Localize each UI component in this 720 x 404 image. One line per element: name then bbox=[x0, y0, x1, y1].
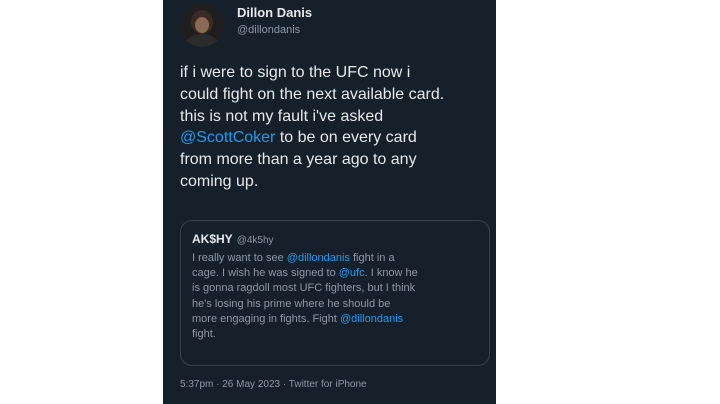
tweet-time[interactable]: 5:37pm bbox=[180, 379, 213, 390]
quoted-author-handle: @4k5hy bbox=[236, 235, 274, 246]
quoted-text-line: he's losing his prime where he should be bbox=[192, 297, 484, 312]
mention-link[interactable]: @ScottCoker bbox=[180, 129, 275, 146]
quoted-tweet-text: I really want to see @dillondanis fight … bbox=[192, 251, 484, 342]
text-segment: this is not my fault i've asked bbox=[180, 107, 384, 125]
text-segment: cage. I wish he was signed to bbox=[192, 267, 339, 280]
tweet-text-line: could fight on the next available card. bbox=[180, 84, 492, 106]
tweet-text-line: if i were to sign to the UFC now i bbox=[180, 62, 492, 84]
meta-separator: · bbox=[213, 379, 223, 390]
text-segment: from more than a year ago to any bbox=[180, 151, 417, 169]
quoted-text-line: is gonna ragdoll most UFC fighters, but … bbox=[192, 281, 484, 296]
text-segment: if i were to sign to the UFC now i bbox=[180, 64, 411, 81]
tweet-text-line: coming up. bbox=[180, 171, 492, 193]
meta-separator: · bbox=[280, 379, 289, 390]
text-segment: coming up. bbox=[180, 172, 259, 190]
text-segment: is gonna ragdoll most UFC fighters, but … bbox=[192, 282, 416, 295]
quoted-tweet-header: AK$HY @4k5hy bbox=[192, 232, 274, 246]
text-segment: he's losing his prime where he should be bbox=[192, 297, 391, 310]
mention-link[interactable]: @ufc bbox=[339, 267, 365, 279]
mention-link[interactable]: @dillondanis bbox=[340, 313, 403, 325]
avatar[interactable] bbox=[180, 3, 224, 47]
text-segment: fight. bbox=[192, 328, 216, 341]
text-segment: could fight on the next available card. bbox=[180, 85, 445, 103]
text-segment: to be on every card bbox=[275, 129, 417, 147]
tweet-text-line: @ScottCoker to be on every card bbox=[180, 127, 492, 149]
quoted-text-line: cage. I wish he was signed to @ufc. I kn… bbox=[192, 266, 484, 281]
author-display-name[interactable]: Dillon Danis bbox=[237, 5, 312, 20]
quoted-text-line: more engaging in fights. Fight @dillonda… bbox=[192, 312, 484, 327]
text-segment: more engaging in fights. Fight bbox=[192, 312, 340, 325]
quoted-text-line: fight. bbox=[192, 327, 484, 342]
tweet-text-line: from more than a year ago to any bbox=[180, 149, 492, 171]
tweet-text-line: this is not my fault i've asked bbox=[180, 106, 492, 128]
mention-link[interactable]: @dillondanis bbox=[287, 252, 350, 264]
text-segment: . I know he bbox=[364, 267, 418, 280]
avatar-image bbox=[180, 3, 224, 47]
author-handle[interactable]: @dillondanis bbox=[237, 24, 300, 36]
tweet-date[interactable]: 26 May 2023 bbox=[222, 379, 280, 390]
quoted-text-line: I really want to see @dillondanis fight … bbox=[192, 251, 484, 266]
tweet-client[interactable]: Twitter for iPhone bbox=[289, 379, 367, 390]
quoted-author-name: AK$HY bbox=[192, 232, 233, 246]
tweet-card: Dillon Danis @dillondanis if i were to s… bbox=[163, 0, 496, 404]
tweet-text: if i were to sign to the UFC now i could … bbox=[180, 62, 492, 193]
text-segment: fight in a bbox=[349, 252, 395, 264]
tweet-meta: 5:37pm · 26 May 2023 · Twitter for iPhon… bbox=[180, 379, 367, 390]
quoted-tweet[interactable]: AK$HY @4k5hy I really want to see @dillon… bbox=[180, 220, 490, 366]
text-segment: I really want to see bbox=[192, 252, 287, 264]
